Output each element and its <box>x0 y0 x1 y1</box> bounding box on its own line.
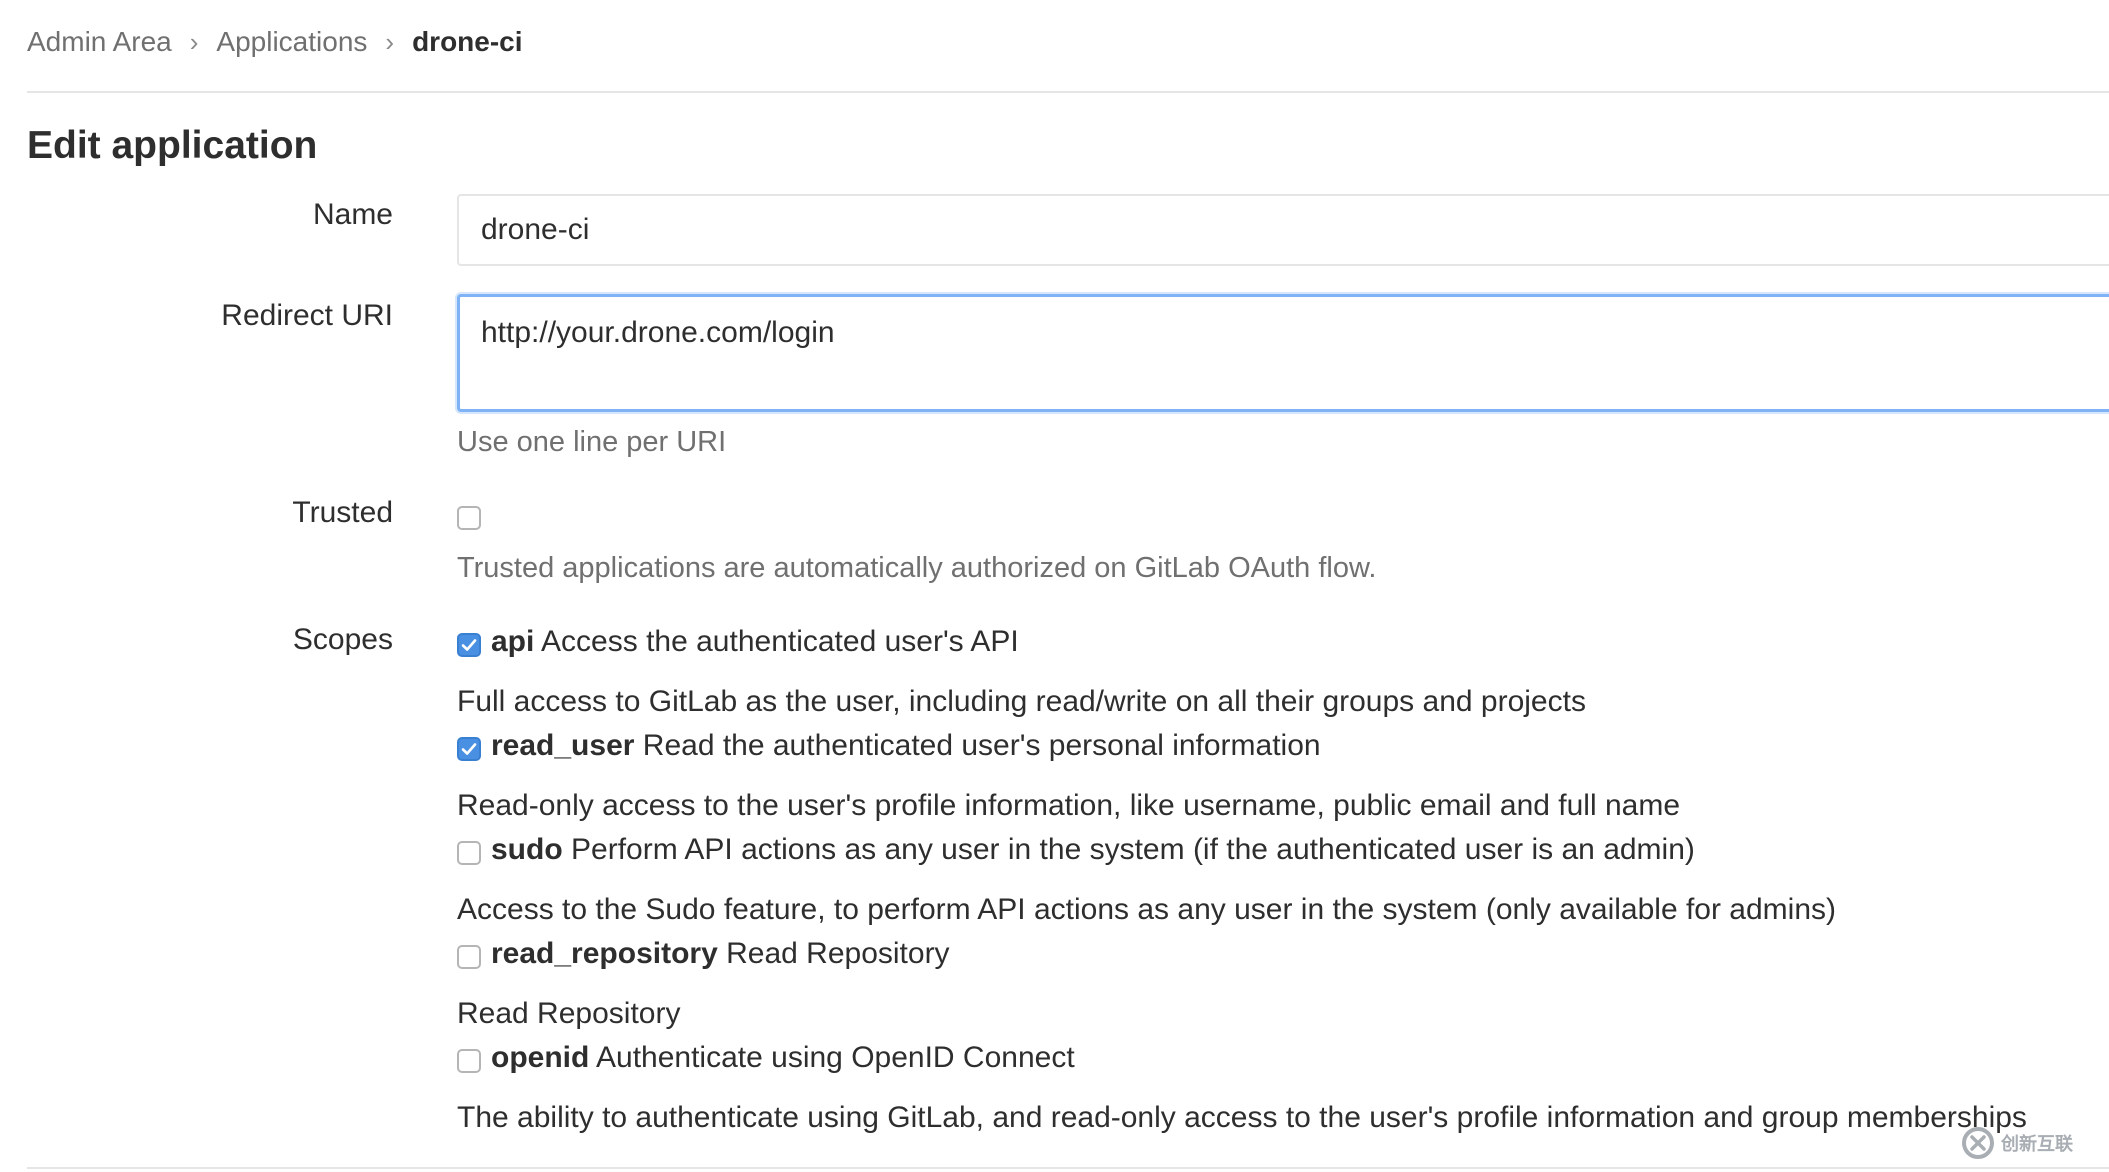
breadcrumb-applications[interactable]: Applications <box>216 26 367 58</box>
breadcrumb-current[interactable]: drone-ci <box>412 26 522 58</box>
trusted-checkbox[interactable] <box>457 506 481 530</box>
scope-key: read_repository <box>491 937 718 970</box>
scope-read-repository-title-row: read_repository Read Repository <box>491 937 950 971</box>
divider <box>27 1167 2109 1169</box>
scope-title: Authenticate using OpenID Connect <box>596 1041 1075 1074</box>
checkmark-icon <box>461 639 477 651</box>
scope-read-user-title-row: read_user Read the authenticated user's … <box>491 729 1321 763</box>
scope-api-checkbox[interactable] <box>457 633 481 657</box>
chevron-right-icon: › <box>385 26 395 57</box>
name-input[interactable] <box>457 194 2109 266</box>
chevron-right-icon: › <box>189 26 199 57</box>
scope-title: Access the authenticated user's API <box>541 625 1019 658</box>
breadcrumb: Admin Area › Applications › drone-ci <box>27 22 523 62</box>
scope-openid-description: The ability to authenticate using GitLab… <box>457 1101 2027 1134</box>
scope-api-title-row: api Access the authenticated user's API <box>491 625 1019 659</box>
scope-key: read_user <box>491 729 635 762</box>
redirect-uri-input[interactable]: http://your.drone.com/login <box>457 294 2109 412</box>
scopes-label: Scopes <box>292 623 393 656</box>
trusted-help: Trusted applications are automatically a… <box>457 552 1377 584</box>
scope-title: Read Repository <box>726 937 950 970</box>
scope-read-repository-description: Read Repository <box>457 997 681 1030</box>
scope-title: Perform API actions as any user in the s… <box>571 833 1695 866</box>
redirect-uri-help: Use one line per URI <box>457 426 727 458</box>
page-title: Edit application <box>27 124 318 167</box>
redirect-uri-label: Redirect URI <box>221 299 393 332</box>
watermark-logo: 创新互联 <box>1961 1120 2101 1166</box>
trusted-label: Trusted <box>292 496 393 529</box>
scope-openid-checkbox[interactable] <box>457 1049 481 1073</box>
scope-sudo-checkbox[interactable] <box>457 841 481 865</box>
breadcrumb-admin-area[interactable]: Admin Area <box>27 26 172 58</box>
name-label: Name <box>312 198 393 231</box>
checkmark-icon <box>461 743 477 755</box>
scope-read-repository-checkbox[interactable] <box>457 945 481 969</box>
divider <box>27 91 2109 93</box>
logo-icon <box>1962 1127 1994 1159</box>
scope-api-description: Full access to GitLab as the user, inclu… <box>457 685 1586 718</box>
scope-read-user-description: Read-only access to the user's profile i… <box>457 789 1680 822</box>
scope-sudo-description: Access to the Sudo feature, to perform A… <box>457 893 1837 926</box>
scope-openid-title-row: openid Authenticate using OpenID Connect <box>491 1041 1075 1075</box>
watermark-text: 创新互联 <box>2001 1134 2073 1154</box>
scope-read-user-checkbox[interactable] <box>457 737 481 761</box>
scope-sudo-title-row: sudo Perform API actions as any user in … <box>491 833 1695 867</box>
scope-title: Read the authenticated user's personal i… <box>642 729 1321 762</box>
scope-key: sudo <box>491 833 563 866</box>
scope-key: openid <box>491 1041 590 1074</box>
scope-key: api <box>491 625 535 658</box>
